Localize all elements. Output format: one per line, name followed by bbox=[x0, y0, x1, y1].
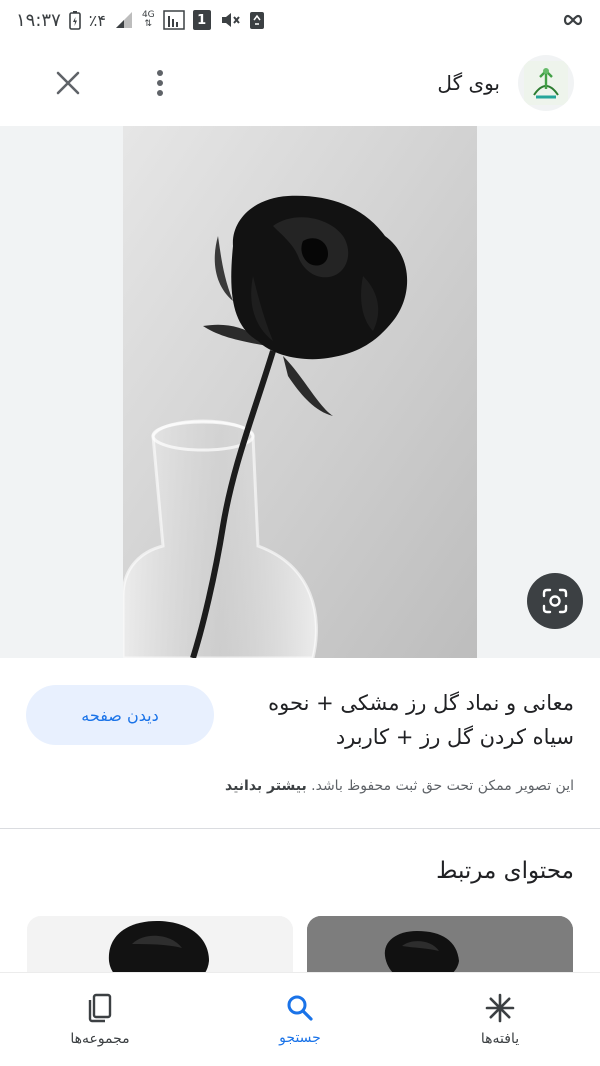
status-bar: ۱۹:۳۷ ٪۴ 4G ⇅ 1 bbox=[0, 0, 600, 40]
site-name: بوی گل bbox=[437, 71, 500, 95]
collections-icon bbox=[88, 993, 112, 1022]
learn-more-link[interactable]: بیشتر بدانید bbox=[225, 778, 307, 794]
nav-discover[interactable]: یافته‌ها bbox=[400, 973, 600, 1066]
app-bar-actions bbox=[48, 63, 180, 103]
battery-icon bbox=[68, 10, 81, 30]
copyright-notice: این تصویر ممکن تحت حق ثبت محفوظ باشد. بی… bbox=[225, 778, 574, 794]
divider bbox=[0, 828, 600, 829]
mute-icon bbox=[219, 10, 241, 30]
more-vert-icon[interactable] bbox=[140, 63, 180, 103]
black-rose-image bbox=[123, 126, 477, 658]
top-app-bar: بوی گل bbox=[0, 40, 600, 126]
nav-collections[interactable]: مجموعه‌ها bbox=[0, 973, 200, 1066]
status-time: ۱۹:۳۷ bbox=[16, 9, 61, 31]
nav-label: جستجو bbox=[279, 1029, 321, 1046]
bottom-navigation: مجموعه‌ها جستجو یافته‌ها bbox=[0, 972, 600, 1066]
lens-icon bbox=[542, 588, 568, 614]
discover-icon bbox=[485, 993, 515, 1022]
battery-percent: ٪۴ bbox=[88, 10, 106, 30]
nav-label: مجموعه‌ها bbox=[70, 1030, 130, 1047]
copyright-text: این تصویر ممکن تحت حق ثبت محفوظ باشد. bbox=[311, 778, 574, 794]
image-viewer[interactable] bbox=[0, 126, 600, 658]
status-right bbox=[562, 14, 584, 26]
site-logo bbox=[518, 55, 574, 111]
sim-icon: 1 bbox=[192, 10, 211, 30]
search-icon bbox=[287, 995, 313, 1021]
nav-search[interactable]: جستجو bbox=[200, 973, 400, 1066]
infinity-icon bbox=[562, 14, 584, 26]
nav-label: یافته‌ها bbox=[480, 1030, 520, 1047]
google-lens-button[interactable] bbox=[527, 573, 583, 629]
source-site[interactable]: بوی گل bbox=[437, 55, 574, 111]
related-heading: محتوای مرتبط bbox=[436, 858, 574, 884]
image-details: معانی و نماد گل رز مشکی + نحوه سیاه کردن… bbox=[0, 658, 600, 828]
visit-page-button[interactable]: دیدن صفحه bbox=[26, 685, 214, 745]
signal-bars-icon bbox=[162, 10, 185, 30]
signal-icon bbox=[114, 11, 134, 29]
status-left: ۱۹:۳۷ ٪۴ 4G ⇅ 1 bbox=[16, 10, 265, 31]
recycle-icon bbox=[249, 10, 265, 30]
data-arrows-icon: ⇅ bbox=[144, 19, 153, 29]
main-image[interactable] bbox=[123, 126, 477, 658]
image-title[interactable]: معانی و نماد گل رز مشکی + نحوه سیاه کردن… bbox=[224, 686, 574, 754]
close-icon[interactable] bbox=[48, 63, 88, 103]
network-type: 4G ⇅ bbox=[141, 10, 155, 29]
